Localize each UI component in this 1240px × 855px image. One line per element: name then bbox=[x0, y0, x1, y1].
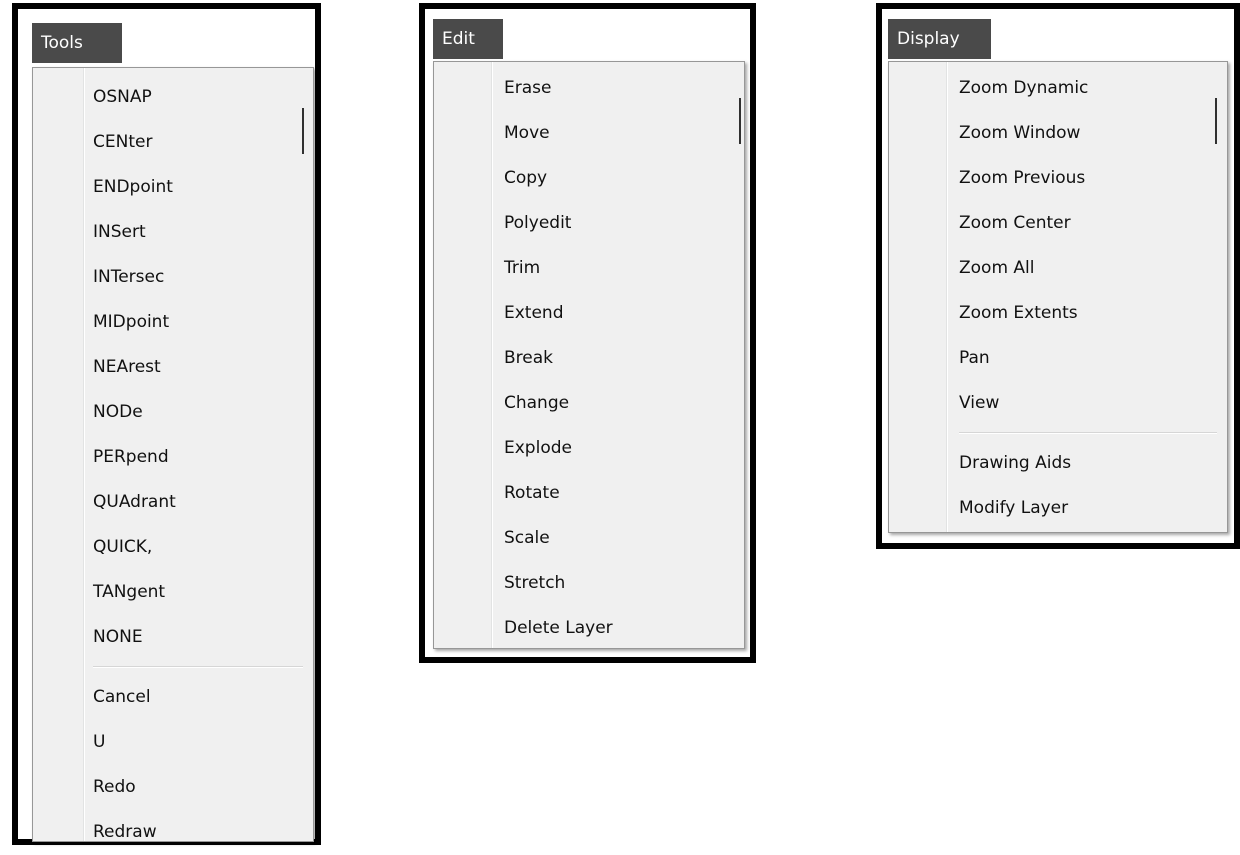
menu-item-copy[interactable]: Copy bbox=[504, 156, 744, 201]
menu-item-tangent[interactable]: TANgent bbox=[93, 570, 313, 615]
menu-item-u[interactable]: U bbox=[93, 720, 313, 765]
menu-item-redraw[interactable]: Redraw bbox=[93, 810, 313, 855]
edit-menu-title[interactable]: Edit bbox=[433, 19, 503, 59]
menu-item-view[interactable]: View bbox=[959, 381, 1227, 426]
menu-item-quick[interactable]: QUICK, bbox=[93, 525, 313, 570]
menu-item-explode[interactable]: Explode bbox=[504, 426, 744, 471]
menu-item-zoom-window[interactable]: Zoom Window bbox=[959, 111, 1227, 156]
tools-menu-frame: Tools OSNAP CENter ENDpoint INSert INTer… bbox=[12, 3, 321, 845]
edit-dropdown: Erase Move Copy Polyedit Trim Extend Bre… bbox=[433, 61, 745, 649]
menu-item-break[interactable]: Break bbox=[504, 336, 744, 381]
menu-item-zoom-center[interactable]: Zoom Center bbox=[959, 201, 1227, 246]
menu-item-polyedit[interactable]: Polyedit bbox=[504, 201, 744, 246]
menu-item-drawing-aids[interactable]: Drawing Aids bbox=[959, 441, 1227, 486]
display-dropdown: Zoom Dynamic Zoom Window Zoom Previous Z… bbox=[888, 61, 1228, 533]
menu-item-zoom-extents[interactable]: Zoom Extents bbox=[959, 291, 1227, 336]
menu-item-insert[interactable]: INSert bbox=[93, 210, 313, 255]
display-menu-frame: Display Zoom Dynamic Zoom Window Zoom Pr… bbox=[876, 3, 1240, 549]
menu-gutter bbox=[491, 62, 493, 648]
menu-gutter bbox=[83, 68, 85, 841]
menu-item-quadrant[interactable]: QUAdrant bbox=[93, 480, 313, 525]
display-menu-title[interactable]: Display bbox=[888, 19, 991, 59]
menu-item-cancel[interactable]: Cancel bbox=[93, 675, 313, 720]
tools-dropdown: OSNAP CENter ENDpoint INSert INTersec MI… bbox=[32, 67, 314, 842]
menu-separator bbox=[959, 432, 1217, 434]
menu-item-stretch[interactable]: Stretch bbox=[504, 561, 744, 606]
menu-item-zoom-dynamic[interactable]: Zoom Dynamic bbox=[959, 66, 1227, 111]
menu-separator bbox=[93, 666, 303, 668]
edit-menu-frame: Edit Erase Move Copy Polyedit Trim Exten… bbox=[419, 3, 756, 663]
menu-item-trim[interactable]: Trim bbox=[504, 246, 744, 291]
menu-item-none[interactable]: NONE bbox=[93, 615, 313, 660]
menu-gutter bbox=[946, 62, 948, 532]
menu-item-modify-layer[interactable]: Modify Layer bbox=[959, 486, 1227, 531]
tools-menu-title[interactable]: Tools bbox=[32, 23, 122, 63]
menu-item-osnap[interactable]: OSNAP bbox=[93, 75, 313, 120]
menu-item-erase[interactable]: Erase bbox=[504, 66, 744, 111]
menu-item-nearest[interactable]: NEArest bbox=[93, 345, 313, 390]
menu-item-perpend[interactable]: PERpend bbox=[93, 435, 313, 480]
menu-item-move[interactable]: Move bbox=[504, 111, 744, 156]
menu-item-intersec[interactable]: INTersec bbox=[93, 255, 313, 300]
menu-item-node[interactable]: NODe bbox=[93, 390, 313, 435]
menu-item-endpoint[interactable]: ENDpoint bbox=[93, 165, 313, 210]
menu-item-rotate[interactable]: Rotate bbox=[504, 471, 744, 516]
menu-item-midpoint[interactable]: MIDpoint bbox=[93, 300, 313, 345]
menu-item-pan[interactable]: Pan bbox=[959, 336, 1227, 381]
menu-item-change[interactable]: Change bbox=[504, 381, 744, 426]
menu-item-zoom-all[interactable]: Zoom All bbox=[959, 246, 1227, 291]
menu-item-scale[interactable]: Scale bbox=[504, 516, 744, 561]
menu-item-zoom-previous[interactable]: Zoom Previous bbox=[959, 156, 1227, 201]
menu-item-extend[interactable]: Extend bbox=[504, 291, 744, 336]
menu-item-center[interactable]: CENter bbox=[93, 120, 313, 165]
menu-item-redo[interactable]: Redo bbox=[93, 765, 313, 810]
menu-item-delete-layer[interactable]: Delete Layer bbox=[504, 606, 744, 651]
